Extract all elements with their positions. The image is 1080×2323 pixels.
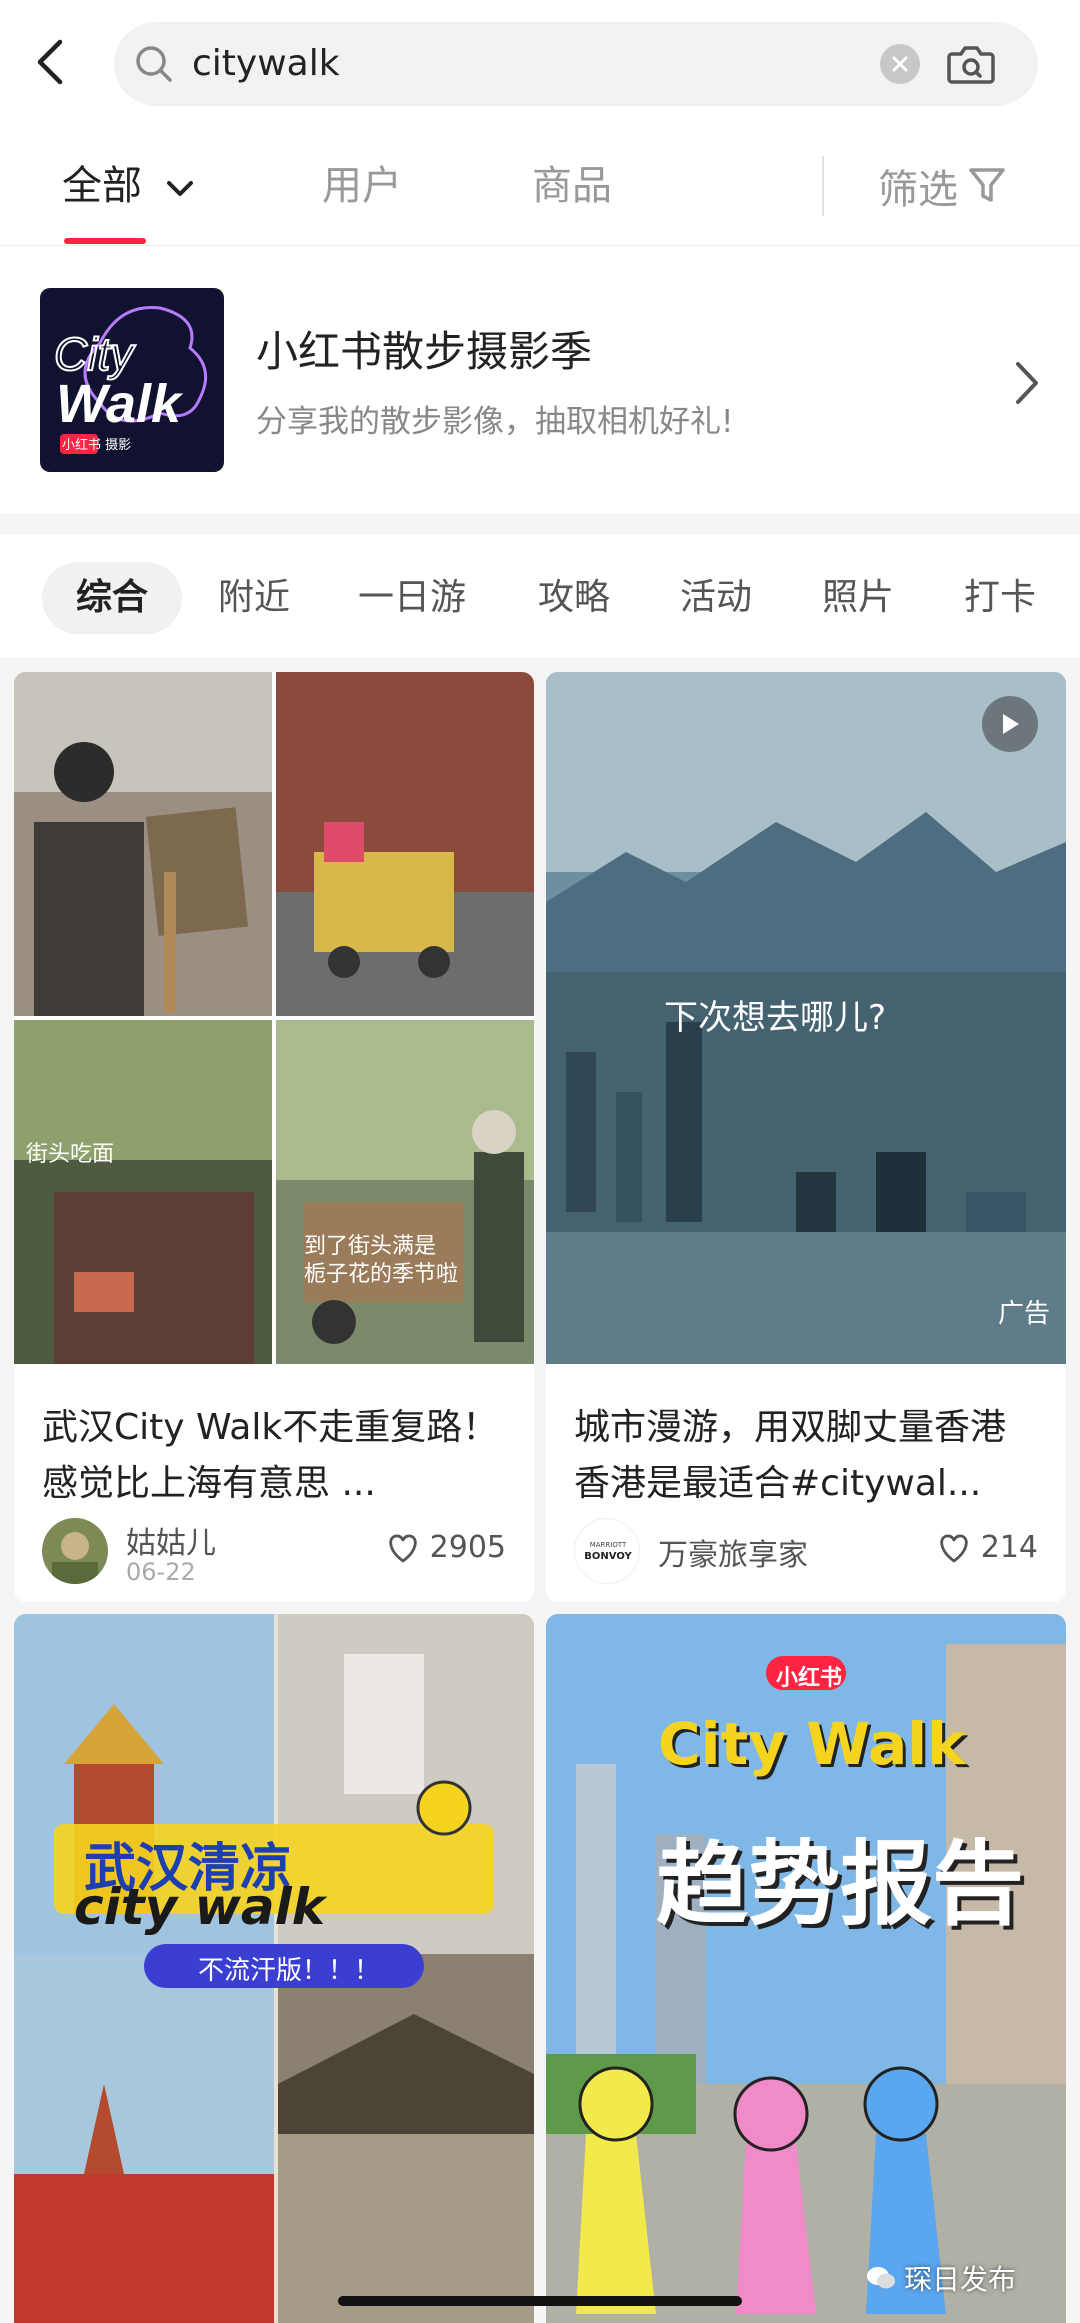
post-cover-video: 下次想去哪儿? 广告	[546, 672, 1066, 1364]
citywalk-logo: City Walk 小红书 摄影	[40, 288, 224, 472]
logo-word-city: City	[54, 328, 136, 380]
logo-word-walk: Walk	[56, 374, 184, 434]
post-footer: 姑姑儿 06-22 2905	[42, 1518, 506, 1586]
banner-title: 小红书散步摄影季	[256, 327, 593, 376]
tab-all[interactable]: 全部	[62, 158, 195, 214]
category-tabs: 全部 用户 商品 筛选	[0, 128, 1080, 246]
tab-users[interactable]: 用户	[322, 158, 402, 214]
avatar[interactable]	[42, 1518, 108, 1584]
subtab-check-in[interactable]: 打卡	[964, 562, 1036, 634]
play-button[interactable]	[982, 696, 1038, 752]
cover-badge: 不流汗版！！！	[198, 1956, 381, 1986]
chevron-left-icon	[37, 39, 63, 85]
author-name[interactable]: 万豪旅享家	[658, 1530, 808, 1574]
tab-divider	[822, 156, 824, 216]
like-button[interactable]: 214	[937, 1530, 1038, 1565]
search-header: citywalk	[0, 0, 1080, 128]
subtab-guide[interactable]: 攻略	[538, 562, 610, 634]
subtab-day-trip[interactable]: 一日游	[358, 562, 466, 634]
tab-products[interactable]: 商品	[532, 158, 612, 214]
subtab-comprehensive[interactable]: 综合	[42, 562, 183, 634]
subtab-photos[interactable]: 照片	[822, 562, 894, 634]
banner-subtitle: 分享我的散步影像，抽取相机好礼!	[256, 404, 734, 440]
chevron-right-icon	[1016, 362, 1038, 404]
post-cover-image: 街头吃面 到了街头满是 栀子花的季节啦	[14, 672, 534, 1364]
clear-search-button[interactable]	[880, 44, 920, 84]
search-field[interactable]: citywalk	[114, 22, 1038, 106]
video-caption: 下次想去哪儿?	[664, 998, 887, 1038]
like-count: 2905	[429, 1530, 506, 1565]
post-title: 城市漫游，用双脚丈量香港 香港是最适合#citywal...	[574, 1407, 1007, 1504]
cover-headline: 趋势报告	[656, 1831, 1025, 1938]
post-date: 06-22	[126, 1558, 196, 1586]
back-button[interactable]	[30, 34, 70, 90]
image-caption: 街头吃面	[26, 1142, 115, 1167]
promo-banner[interactable]: City Walk 小红书 摄影 小红书散步摄影季 分享我的散步影像，抽取相机好…	[0, 246, 1080, 514]
watermark-text: 琛日发布	[904, 2263, 1017, 2296]
feed-grid: 街头吃面 到了街头满是 栀子花的季节啦 武汉City Walk不走重复路！感觉比…	[0, 658, 1080, 2323]
like-count: 214	[980, 1530, 1038, 1565]
author-name[interactable]: 姑姑儿	[126, 1518, 216, 1562]
watermark: 琛日发布	[866, 2258, 1016, 2298]
search-input[interactable]: citywalk	[192, 22, 340, 106]
brand-logo-text: BONVOY	[584, 1551, 632, 1562]
sub-tabs: 综合 附近 一日游 攻略 活动 照片 打卡	[0, 534, 1080, 658]
chat-bubble-icon	[867, 2267, 895, 2289]
like-button[interactable]: 2905	[386, 1530, 506, 1565]
filter-label: 筛选	[878, 167, 958, 213]
brand-badge: 小红书	[776, 1666, 843, 1691]
subtab-nearby[interactable]: 附近	[218, 562, 290, 634]
feed-card[interactable]: 小红书 City Walk 趋势报告	[546, 1614, 1066, 2323]
image-caption: 栀子花的季节啦	[304, 1262, 459, 1287]
avatar[interactable]: MARRIOTT BONVOY	[574, 1518, 640, 1584]
section-separator	[0, 514, 1080, 534]
home-indicator[interactable]	[338, 2296, 742, 2306]
heart-icon	[388, 1534, 417, 1562]
post-footer: MARRIOTT BONVOY 万豪旅享家 214	[574, 1518, 1038, 1586]
logo-sub: 小红书 摄影	[62, 437, 131, 453]
post-cover-image: 小红书 City Walk 趋势报告	[546, 1614, 1066, 2323]
close-icon	[892, 56, 908, 72]
post-cover-image: 武汉清凉 city walk 不流汗版！！！	[14, 1614, 534, 2323]
active-tab-indicator	[64, 238, 146, 244]
play-icon	[1003, 714, 1019, 734]
feed-card[interactable]: 武汉清凉 city walk 不流汗版！！！	[14, 1614, 534, 2323]
chevron-down-icon	[166, 181, 193, 196]
ad-label: 广告	[997, 1299, 1050, 1329]
brand-logo-text: MARRIOTT	[590, 1541, 627, 1549]
camera-search-icon[interactable]	[946, 40, 996, 88]
feed-card[interactable]: 街头吃面 到了街头满是 栀子花的季节啦 武汉City Walk不走重复路！感觉比…	[14, 672, 534, 1602]
cover-headline: City Walk	[658, 1710, 966, 1778]
cover-headline: city walk	[74, 1878, 326, 1936]
subtab-activity[interactable]: 活动	[680, 562, 752, 634]
tab-all-label: 全部	[62, 163, 142, 209]
filter-icon	[969, 168, 1005, 202]
search-icon	[136, 46, 172, 82]
filter-button[interactable]: 筛选	[878, 158, 1006, 214]
feed-card[interactable]: 下次想去哪儿? 广告 城市漫游，用双脚丈量香港 香港是最适合#citywal..…	[546, 672, 1066, 1602]
heart-icon	[940, 1534, 968, 1562]
post-title: 武汉City Walk不走重复路！感觉比上海有意思 ...	[42, 1407, 499, 1504]
